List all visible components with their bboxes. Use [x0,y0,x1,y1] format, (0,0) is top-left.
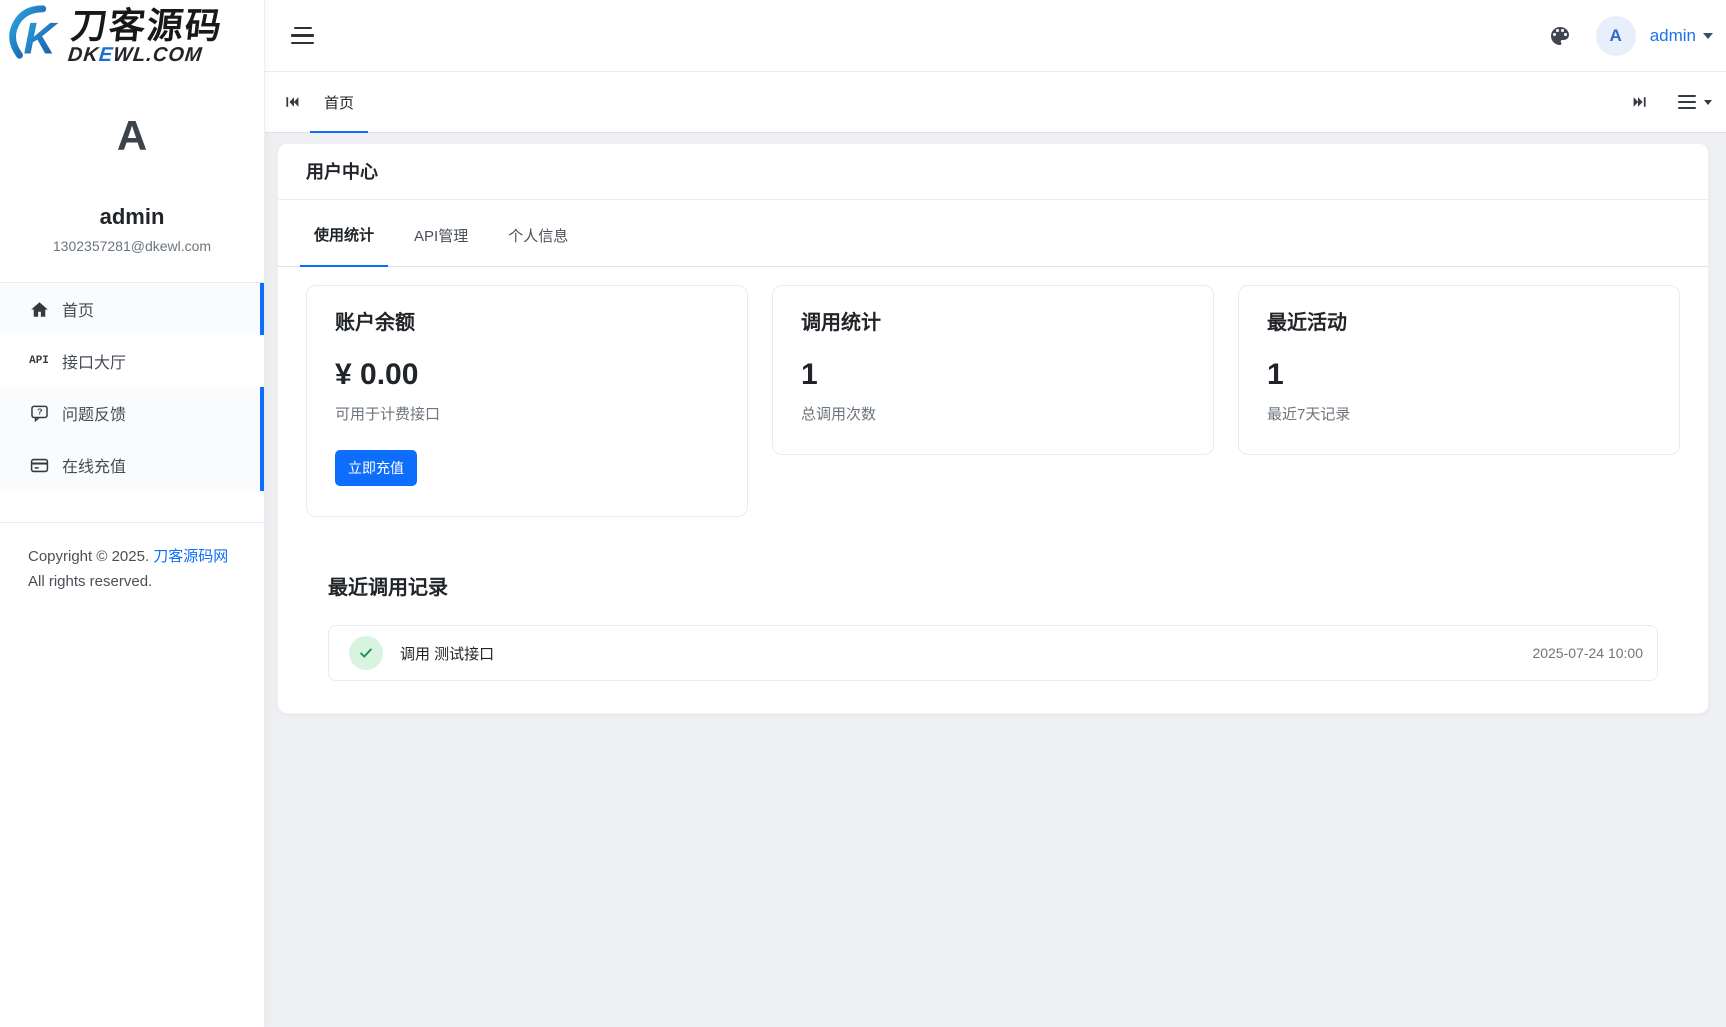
stat-title: 账户余额 [335,310,719,336]
tab-personal-info[interactable]: 个人信息 [494,203,582,266]
sidebar-item-label: 在线充值 [62,453,126,477]
tabs-options-menu[interactable] [1678,95,1712,110]
chevron-down-icon [1704,100,1712,105]
balance-card: 账户余额 ¥ 0.00 可用于计费接口 立即充值 [306,285,748,517]
sidebar-copyright: Copyright © 2025. 刀客源码网 All rights reser… [28,544,248,594]
copyright-brand-link[interactable]: 刀客源码网 [153,548,228,565]
stat-desc: 总调用次数 [801,406,1185,424]
balance-value: ¥ 0.00 [335,358,719,392]
sidebar-item-label: 接口大厅 [62,349,126,373]
brand-mark-icon: K [6,3,68,70]
brand-name-en: DKEWL.COM [67,44,204,66]
tabs-scroll-end-icon[interactable] [1632,94,1648,110]
user-avatar[interactable]: A [1596,16,1636,56]
recent-activity-card: 最近活动 1 最近7天记录 [1238,285,1680,455]
record-timestamp: 2025-07-24 10:00 [1532,645,1643,661]
home-icon [28,298,50,320]
sidebar-avatar: A [0,112,264,160]
total-calls-value: 1 [801,358,1185,392]
stat-title: 最近活动 [1267,310,1651,336]
page-title: 用户中心 [278,144,1708,200]
sidebar-divider [0,522,264,523]
menu-lines-icon [1678,95,1696,110]
svg-text:K: K [23,14,58,63]
stats-row: 账户余额 ¥ 0.00 可用于计费接口 立即充值 调用统计 1 总调用次数 最近… [306,285,1680,517]
content-area: 用户中心 使用统计 API管理 个人信息 账户余额 ¥ 0.00 可用于计费接口… [265,133,1726,1027]
tab-home[interactable]: 首页 [310,72,368,133]
stat-desc: 最近7天记录 [1267,406,1651,424]
sidebar-profile: A admin 1302357281@dkewl.com [0,112,264,254]
svg-text:?: ? [37,406,42,416]
recent-records-section: 最近调用记录 调用 测试接口 2025-07-24 10:00 [306,575,1680,681]
sidebar-email: 1302357281@dkewl.com [0,238,264,254]
user-center-tabs: 使用统计 API管理 个人信息 [278,200,1708,267]
records-list: 调用 测试接口 2025-07-24 10:00 [328,625,1658,681]
recharge-now-button[interactable]: 立即充值 [335,450,417,486]
records-title: 最近调用记录 [328,575,1658,601]
feedback-icon: ? [28,402,50,424]
success-check-icon [349,636,383,670]
copyright-sub: All rights reserved. [28,569,248,594]
tab-usage-stats[interactable]: 使用统计 [300,202,388,267]
sidebar-item-recharge[interactable]: 在线充值 [0,439,264,491]
user-menu-label: admin [1650,26,1696,46]
sidebar-item-feedback[interactable]: ? 问题反馈 [0,387,264,439]
recent-activity-value: 1 [1267,358,1651,392]
sidebar: K 刀客源码 DKEWL.COM A admin 1302357281@dkew… [0,0,265,1027]
stat-desc: 可用于计费接口 [335,406,719,424]
sidebar-item-api-hall[interactable]: API 接口大厅 [0,335,264,387]
record-row: 调用 测试接口 2025-07-24 10:00 [329,626,1657,680]
sidebar-toggle-button[interactable] [287,23,318,49]
user-center-card: 用户中心 使用统计 API管理 个人信息 账户余额 ¥ 0.00 可用于计费接口… [277,143,1709,714]
record-text: 调用 测试接口 [400,643,494,664]
sidebar-username: admin [0,204,264,230]
sidebar-item-label: 首页 [62,297,94,321]
call-stats-card: 调用统计 1 总调用次数 [772,285,1214,455]
credit-card-icon [28,454,50,476]
api-icon: API [28,350,50,372]
tab-api-management[interactable]: API管理 [400,203,482,266]
theme-palette-icon[interactable] [1548,24,1572,48]
copyright-text: Copyright © 2025. [28,548,149,565]
brand-logo[interactable]: K 刀客源码 DKEWL.COM [0,0,264,72]
user-menu[interactable]: admin [1650,26,1713,46]
sidebar-item-home[interactable]: 首页 [0,283,264,335]
stat-title: 调用统计 [801,310,1185,336]
page-tabbar: 首页 [265,72,1726,133]
sidebar-item-label: 问题反馈 [62,401,126,425]
tabs-scroll-start-icon[interactable] [284,94,300,110]
top-navbar: A admin [265,0,1726,72]
sidebar-menu: 首页 API 接口大厅 ? 问题反馈 [0,282,264,491]
chevron-down-icon [1703,33,1713,39]
brand-name-cn: 刀客源码 [69,5,225,46]
